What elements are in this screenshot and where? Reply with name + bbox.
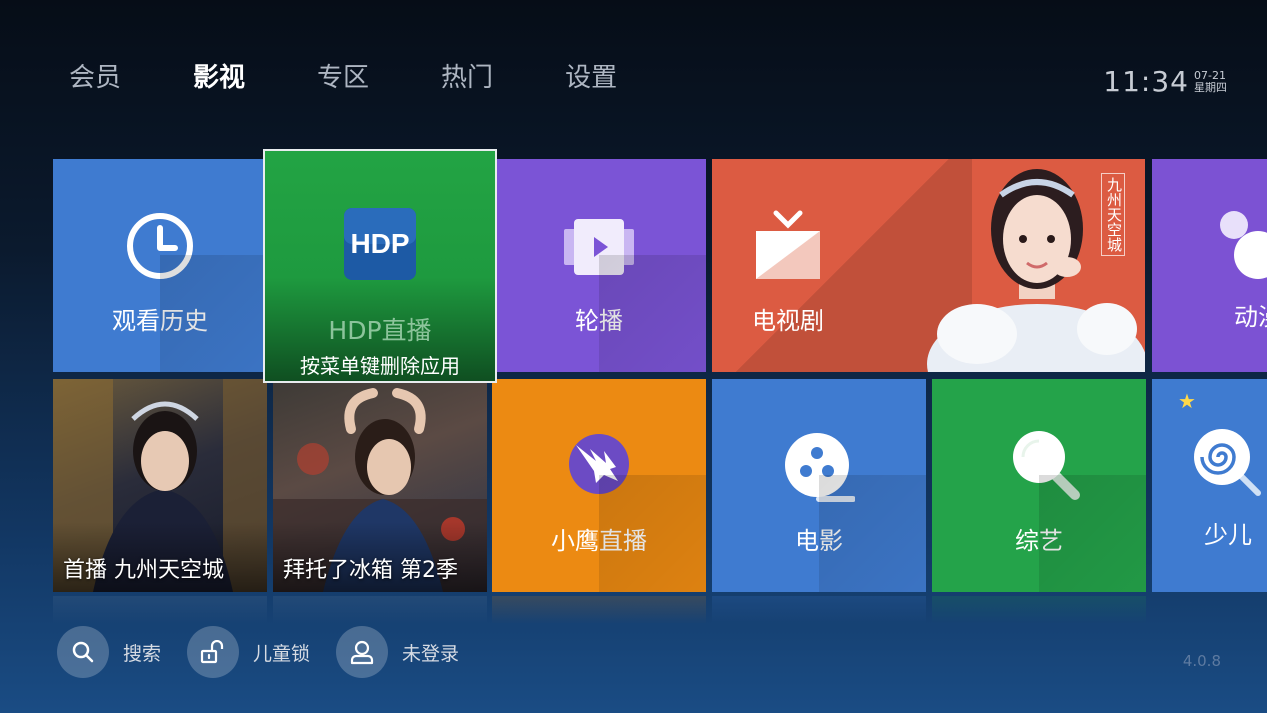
tile-movie-label: 电影	[795, 527, 843, 555]
mickey-icon	[1220, 209, 1267, 283]
tile-anime-label: 动漫	[1234, 303, 1267, 331]
clock-date-block: 07-21 星期四	[1194, 70, 1227, 94]
tile-watch-history[interactable]: 观看历史	[53, 159, 267, 372]
eagle-icon	[566, 431, 632, 501]
hdp-logo-icon: HDP	[343, 207, 417, 285]
nav-tab-settings[interactable]: 设置	[565, 58, 617, 98]
child-lock-label: 儿童锁	[253, 642, 311, 665]
play-cards-icon	[564, 217, 634, 281]
tile-movie[interactable]: 电影	[712, 379, 926, 592]
tile-carousel-label: 轮播	[575, 307, 623, 335]
tile-hdp-live[interactable]: HDP HDP直播 按菜单键删除应用	[263, 149, 497, 383]
clock-weekday: 星期四	[1194, 81, 1227, 94]
tile-hdp-hint: 按菜单键删除应用	[300, 354, 460, 378]
tile-watch-history-label: 观看历史	[112, 307, 208, 335]
login-button[interactable]: 未登录	[336, 626, 459, 678]
login-label: 未登录	[402, 642, 460, 665]
tile-tv-series[interactable]: 电视剧 九州天空城	[712, 159, 1145, 372]
tile-anime[interactable]: 动漫	[1152, 159, 1267, 372]
tile-reflection	[712, 596, 926, 624]
tile-reflection	[492, 596, 706, 624]
top-nav: 会员 影视 专区 热门 设置	[69, 58, 689, 98]
tile-hdp-title: HDP直播	[328, 316, 432, 345]
tile-reflection	[273, 596, 487, 624]
star-icon: ★	[1178, 389, 1196, 413]
unlock-icon	[187, 626, 240, 678]
tile-reflection	[53, 596, 267, 624]
tile-variety[interactable]: 综艺	[932, 379, 1146, 592]
tile-variety-label: 综艺	[1015, 527, 1063, 555]
app-version: 4.0.8	[1182, 652, 1221, 670]
tile-kids-label: 少儿	[1204, 521, 1252, 549]
tile-eagle-live-label: 小鹰直播	[551, 527, 647, 555]
clock-time: 11:34	[1103, 65, 1189, 98]
tv-icon	[754, 209, 822, 285]
nav-tab-video[interactable]: 影视	[193, 58, 245, 98]
nav-tab-hot[interactable]: 热门	[441, 58, 493, 98]
lollipop-icon	[1192, 427, 1262, 501]
clock-icon	[125, 211, 195, 285]
user-icon	[336, 626, 389, 678]
poster-jiuzhou-caption: 首播 九州天空城	[63, 558, 224, 583]
tv-poster-image: 九州天空城	[917, 159, 1145, 372]
nav-tab-zone[interactable]: 专区	[317, 58, 369, 98]
tile-carousel[interactable]: 轮播	[492, 159, 706, 372]
tile-reflection	[932, 596, 1146, 624]
tile-poster-jiuzhou[interactable]: 首播 九州天空城	[53, 379, 267, 592]
search-button[interactable]: 搜索	[57, 626, 161, 678]
search-label: 搜索	[123, 642, 162, 665]
poster-fridge-caption: 拜托了冰箱 第2季	[283, 558, 458, 583]
clock: 11:34 07-21 星期四	[1103, 64, 1227, 100]
tile-eagle-live[interactable]: 小鹰直播	[492, 379, 706, 592]
microphone-icon	[1011, 429, 1083, 505]
hdp-logo-text: HDP	[350, 228, 409, 259]
search-icon	[57, 626, 109, 678]
tile-tv-series-label: 电视剧	[752, 307, 824, 335]
bottom-bar: 搜索 儿童锁 未登录	[57, 626, 485, 678]
child-lock-button[interactable]: 儿童锁	[187, 626, 310, 678]
nav-tab-member[interactable]: 会员	[69, 58, 121, 98]
film-reel-icon	[783, 431, 856, 507]
tile-poster-fridge[interactable]: 拜托了冰箱 第2季	[273, 379, 487, 592]
tile-kids[interactable]: ★ 少儿	[1152, 379, 1267, 592]
tv-poster-title: 九州天空城	[1101, 173, 1125, 256]
